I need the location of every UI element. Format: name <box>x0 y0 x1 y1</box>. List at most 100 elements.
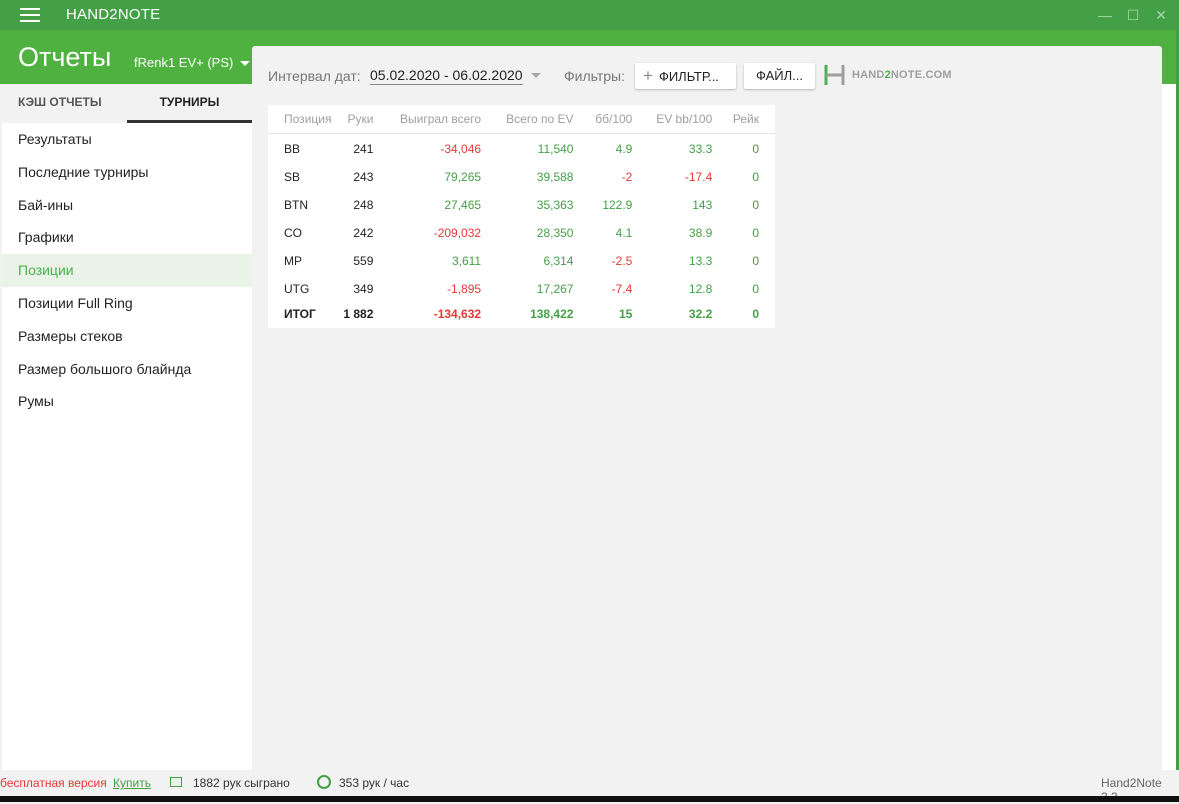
table-row[interactable]: MP 559 3,611 6,314 -2.5 13.3 0 <box>268 245 775 273</box>
plus-icon: + <box>643 66 653 85</box>
cell-ev-bb100: 143 <box>692 197 713 212</box>
cell-total-ev-bb100: 32.2 <box>688 307 713 321</box>
report-tabs: КЭШ ОТЧЕТЫ ТУРНИРЫ <box>2 84 252 123</box>
cell-total-ev: 138,422 <box>530 307 574 321</box>
table-total-row: ИТОГ 1 882 -134,632 138,422 15 32.2 0 <box>268 301 775 327</box>
bottom-edge <box>0 796 1179 802</box>
hamburger-menu-icon[interactable] <box>20 8 40 22</box>
column-header-rake[interactable]: Рейк <box>728 105 775 134</box>
cell-position: BB <box>284 141 301 156</box>
cell-hands: 243 <box>353 169 374 184</box>
cell-hands: 248 <box>353 197 374 212</box>
cell-hands: 241 <box>353 141 374 156</box>
column-header-won-total[interactable]: Выиграл всего <box>389 105 498 134</box>
nav-item-positions-full-ring[interactable]: Позиции Full Ring <box>2 287 252 320</box>
nav-item-results[interactable]: Результаты <box>2 123 252 156</box>
cell-bb100: 4.1 <box>615 225 633 240</box>
nav-item-big-blind-size[interactable]: Размер большого блайнда <box>2 353 252 386</box>
cell-ev-total: 39,588 <box>536 169 574 184</box>
column-header-ev-total[interactable]: Всего по EV <box>497 105 590 134</box>
date-range-picker[interactable]: 05.02.2020 - 06.02.2020 <box>370 67 523 85</box>
cell-ev-bb100: 33.3 <box>688 141 713 156</box>
cell-won-total: 27,465 <box>444 197 482 212</box>
cell-total-bb100: 15 <box>619 307 633 321</box>
logo-text-part: NOTE.COM <box>890 69 952 81</box>
cell-position: BTN <box>284 197 308 212</box>
column-header-hands[interactable]: Руки <box>338 105 390 134</box>
nav-item-rooms[interactable]: Румы <box>2 385 252 418</box>
cell-rake: 0 <box>752 253 759 268</box>
hand2note-logo-icon <box>824 65 845 85</box>
player-selector[interactable]: fRenk1 EV+ (PS) <box>134 55 251 70</box>
cell-rake: 0 <box>752 169 759 184</box>
tab-cash-reports[interactable]: КЭШ ОТЧЕТЫ <box>18 84 123 123</box>
cell-position: CO <box>284 225 302 240</box>
cell-won-total: -34,046 <box>440 141 482 156</box>
cell-rake: 0 <box>752 141 759 156</box>
report-nav: Результаты Последние турниры Бай-ины Гра… <box>2 123 252 418</box>
player-name: fRenk1 EV+ (PS) <box>134 55 234 70</box>
cell-bb100: -2.5 <box>611 253 633 268</box>
nav-item-positions[interactable]: Позиции <box>2 254 252 287</box>
logo-text-part: HAND <box>852 69 885 81</box>
app-title: HAND2NOTE <box>66 6 161 23</box>
cell-bb100: 122.9 <box>602 197 633 212</box>
cell-total-hands: 1 882 <box>343 307 374 321</box>
column-header-position[interactable]: Позиция <box>268 105 339 134</box>
cell-bb100: -2 <box>621 169 633 184</box>
file-button[interactable]: ФАЙЛ... <box>744 63 815 89</box>
cell-hands: 349 <box>353 281 374 296</box>
hands-per-hour-text: 353 рук / час <box>339 776 410 790</box>
positions-table: Позиция Руки Выиграл всего Всего по EV б… <box>268 105 775 328</box>
hands-played-text: 1882 рук сыграно <box>193 776 290 790</box>
cell-ev-total: 17,267 <box>536 281 574 296</box>
cell-ev-bb100: 13.3 <box>688 253 713 268</box>
column-header-ev-bb100[interactable]: EV bb/100 <box>648 105 729 134</box>
report-panel: Интервал дат: 05.02.2020 - 06.02.2020 Фи… <box>252 46 1162 768</box>
table-row[interactable]: SB 243 79,265 39,588 -2 -17.4 0 <box>268 161 775 189</box>
table-row[interactable]: BB 241 -34,046 11,540 4.9 33.3 0 <box>268 133 775 161</box>
nav-item-stack-sizes[interactable]: Размеры стеков <box>2 320 252 353</box>
maximize-icon[interactable]: ☐ <box>1124 6 1142 24</box>
cell-ev-bb100: 38.9 <box>688 225 713 240</box>
cell-hands: 242 <box>353 225 374 240</box>
cell-total-label: ИТОГ <box>284 307 316 321</box>
cell-position: MP <box>284 253 302 268</box>
cell-ev-bb100: 12.8 <box>688 281 713 296</box>
page-title: Отчеты <box>18 42 112 72</box>
minimize-icon[interactable]: — <box>1096 6 1114 24</box>
title-bar: HAND2NOTE — ☐ ✕ <box>0 0 1179 30</box>
hand2note-logo-text[interactable]: HAND2NOTE.COM <box>852 69 952 81</box>
hands-counter-icon <box>170 777 182 787</box>
cell-hands: 559 <box>353 253 374 268</box>
cell-ev-total: 35,363 <box>536 197 574 212</box>
filters-label: Фильтры: <box>564 68 625 84</box>
cell-rake: 0 <box>752 225 759 240</box>
table-row[interactable]: UTG 349 -1,895 17,267 -7.4 12.8 0 <box>268 273 775 301</box>
sidebar: КЭШ ОТЧЕТЫ ТУРНИРЫ Результаты Последние … <box>2 84 252 770</box>
close-icon[interactable]: ✕ <box>1152 6 1170 24</box>
cell-rake: 0 <box>752 281 759 296</box>
add-filter-button[interactable]: + ФИЛЬТР... <box>635 63 736 89</box>
cell-rake: 0 <box>752 197 759 212</box>
table-header-row: Позиция Руки Выиграл всего Всего по EV б… <box>268 105 775 134</box>
app-window: HAND2NOTE — ☐ ✕ Отчеты fRenk1 EV+ (PS) К… <box>0 0 1179 804</box>
buy-link[interactable]: Купить <box>113 776 151 790</box>
column-header-bb100[interactable]: бб/100 <box>589 105 649 134</box>
nav-item-recent-tournaments[interactable]: Последние турниры <box>2 156 252 189</box>
cell-bb100: -7.4 <box>611 281 633 296</box>
date-range-dropdown-icon[interactable] <box>531 73 541 78</box>
status-bar: бесплатная версия Купить 1882 рук сыгран… <box>0 770 1179 804</box>
free-version-label: бесплатная версия <box>0 776 107 790</box>
nav-item-buyins[interactable]: Бай-ины <box>2 189 252 222</box>
cell-won-total: -1,895 <box>447 281 482 296</box>
stopwatch-icon <box>317 775 331 789</box>
nav-item-graphs[interactable]: Графики <box>2 221 252 254</box>
cell-position: UTG <box>284 281 310 296</box>
cell-ev-total: 28,350 <box>536 225 574 240</box>
table-row[interactable]: BTN 248 27,465 35,363 122.9 143 0 <box>268 189 775 217</box>
cell-total-won: -134,632 <box>433 307 482 321</box>
add-filter-label: ФИЛЬТР... <box>658 69 719 84</box>
table-row[interactable]: CO 242 -209,032 28,350 4.1 38.9 0 <box>268 217 775 245</box>
tab-tournaments[interactable]: ТУРНИРЫ <box>127 84 252 123</box>
